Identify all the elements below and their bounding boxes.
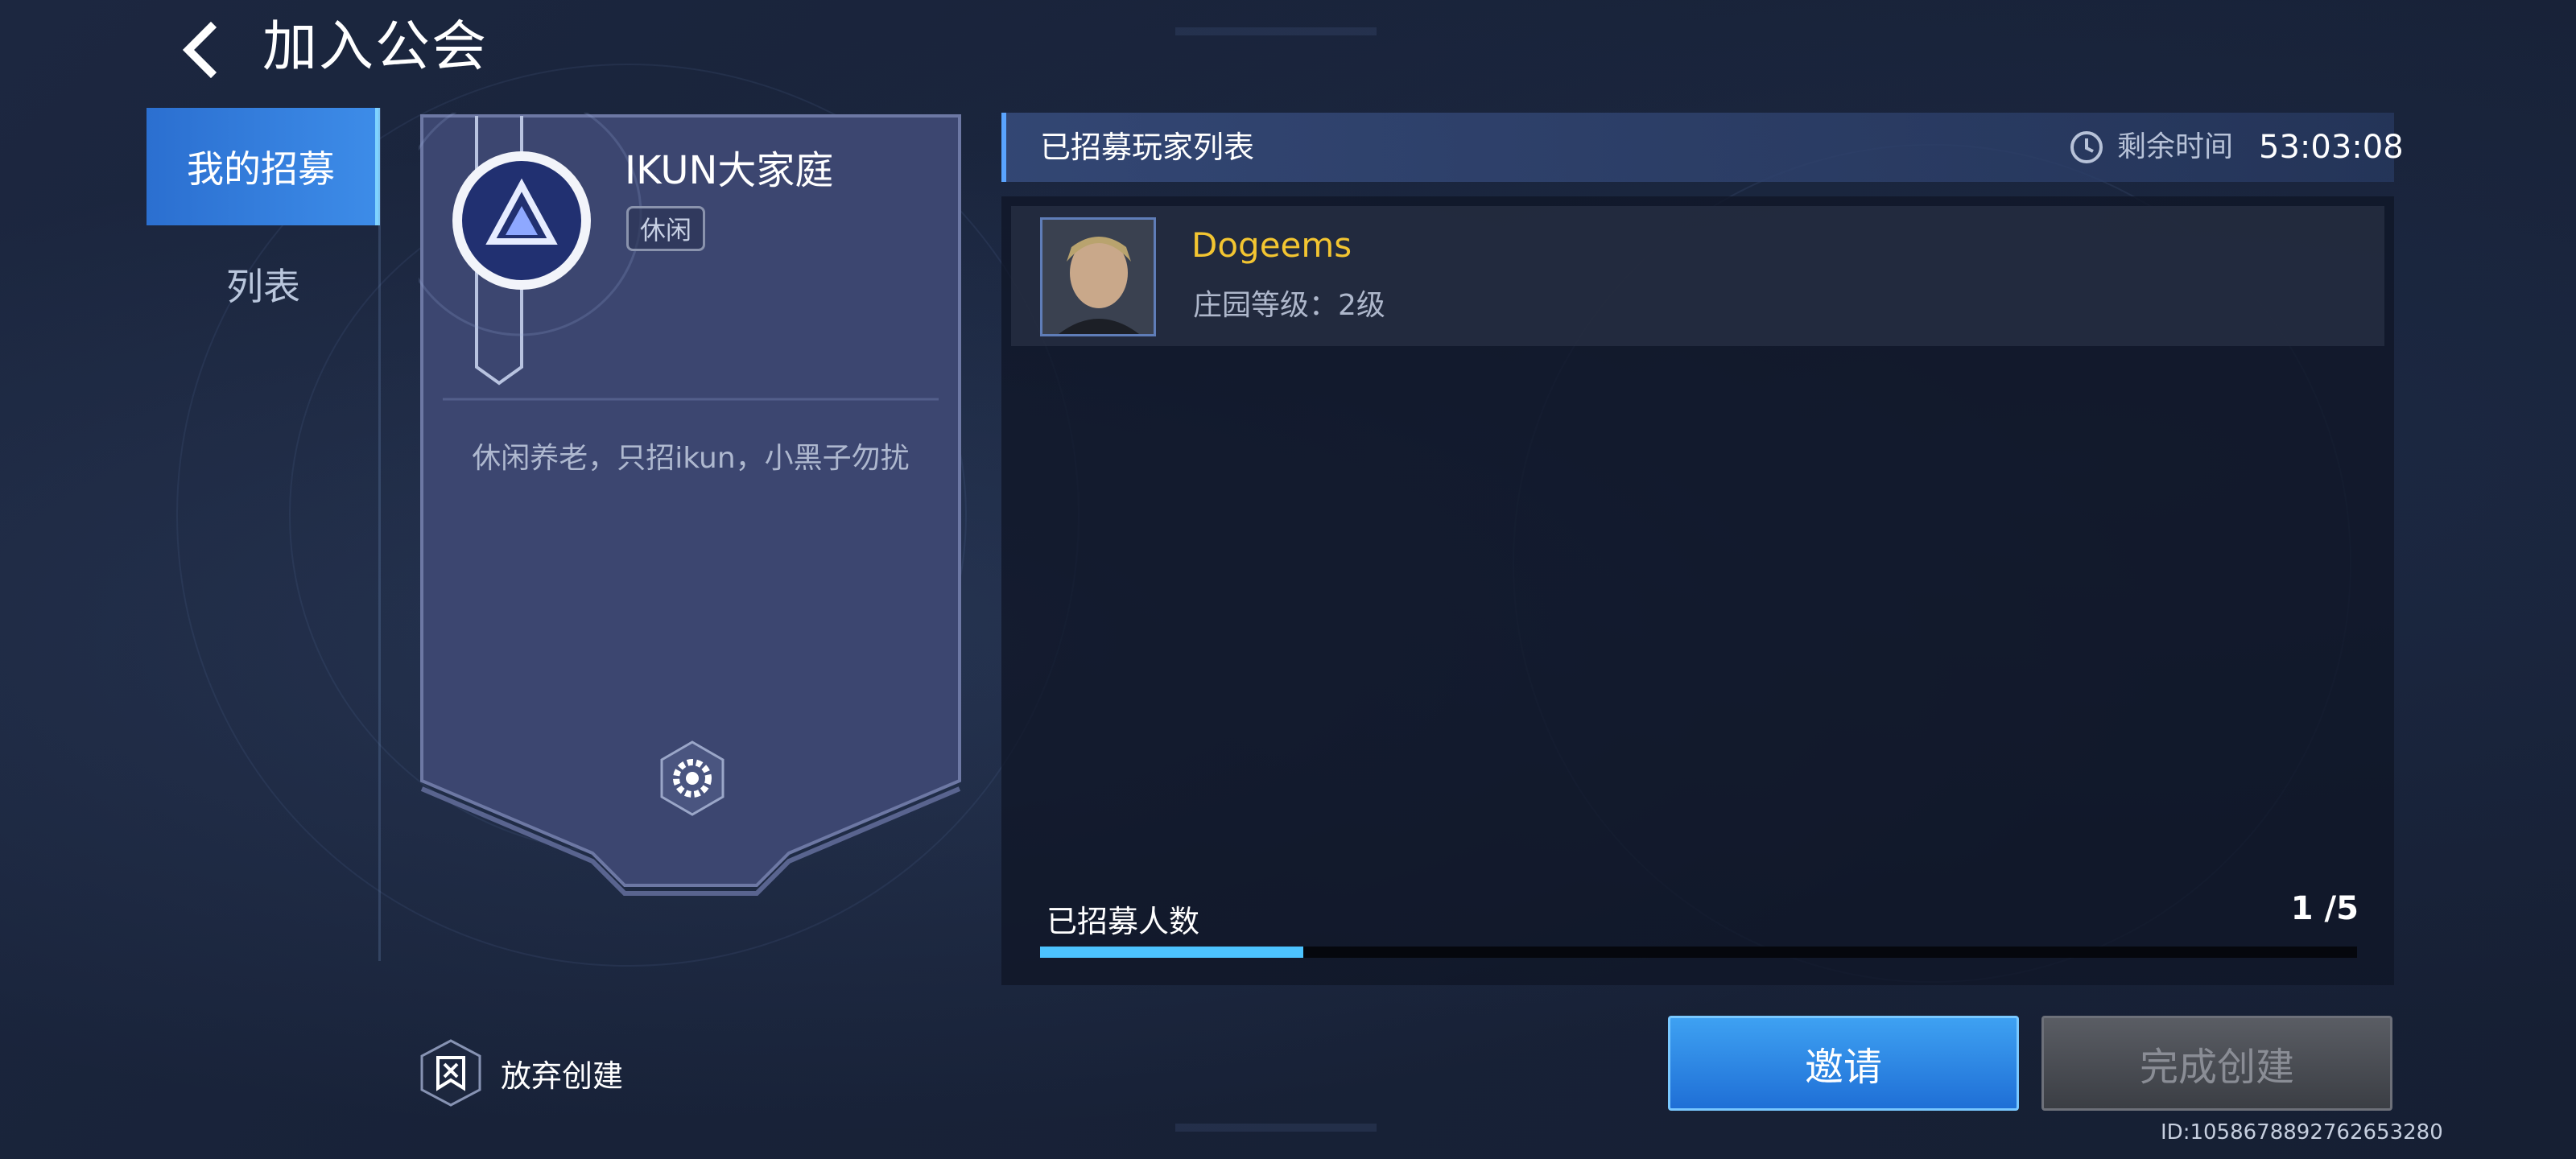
avatar[interactable]: 14 (1040, 217, 1156, 336)
tab-my-recruitment[interactable]: 我的招募 (147, 108, 380, 225)
recruit-panel-header: 已招募玩家列表 剩余时间 53:03:08 (1001, 113, 2404, 182)
user-id: ID:1058678892762653280 (2161, 1120, 2443, 1145)
guild-name: IKUN大家庭 (625, 148, 834, 193)
abandon-label: 放弃创建 (501, 1058, 624, 1094)
time-remaining-value: 53:03:08 (2259, 129, 2404, 166)
page-title: 加入公会 (262, 15, 489, 79)
tab-list[interactable]: 列表 (147, 225, 380, 343)
player-name[interactable]: Dogeems (1191, 225, 1352, 265)
guild-emblem-icon (452, 151, 591, 290)
sidebar: 我的招募 列表 (147, 108, 380, 961)
finish-creation-button[interactable]: 完成创建 (2041, 1016, 2392, 1111)
sidebar-divider (378, 108, 381, 961)
gear-icon[interactable] (658, 740, 726, 816)
recruit-progress-fill (1040, 947, 1304, 958)
recruited-count-value: 1 /5 (2290, 890, 2359, 927)
recruit-progress-bar (1040, 947, 2357, 958)
clock-icon (2070, 131, 2103, 163)
invite-button[interactable]: 邀请 (1668, 1016, 2019, 1111)
guild-type-tag: 休闲 (626, 206, 706, 251)
recruit-panel-title: 已招募玩家列表 (1040, 130, 1255, 165)
time-remaining-label: 剩余时间 (2117, 130, 2234, 163)
player-estate-level: 庄园等级：2级 (1193, 289, 1385, 322)
abandon-creation-button[interactable]: 放弃创建 (419, 1038, 623, 1107)
back-chevron-icon[interactable] (174, 21, 230, 79)
abandon-icon (420, 1039, 481, 1107)
guild-description: 休闲养老，只招ikun，小黑子勿扰 (472, 442, 910, 475)
recruited-count-label: 已招募人数 (1046, 904, 1200, 939)
